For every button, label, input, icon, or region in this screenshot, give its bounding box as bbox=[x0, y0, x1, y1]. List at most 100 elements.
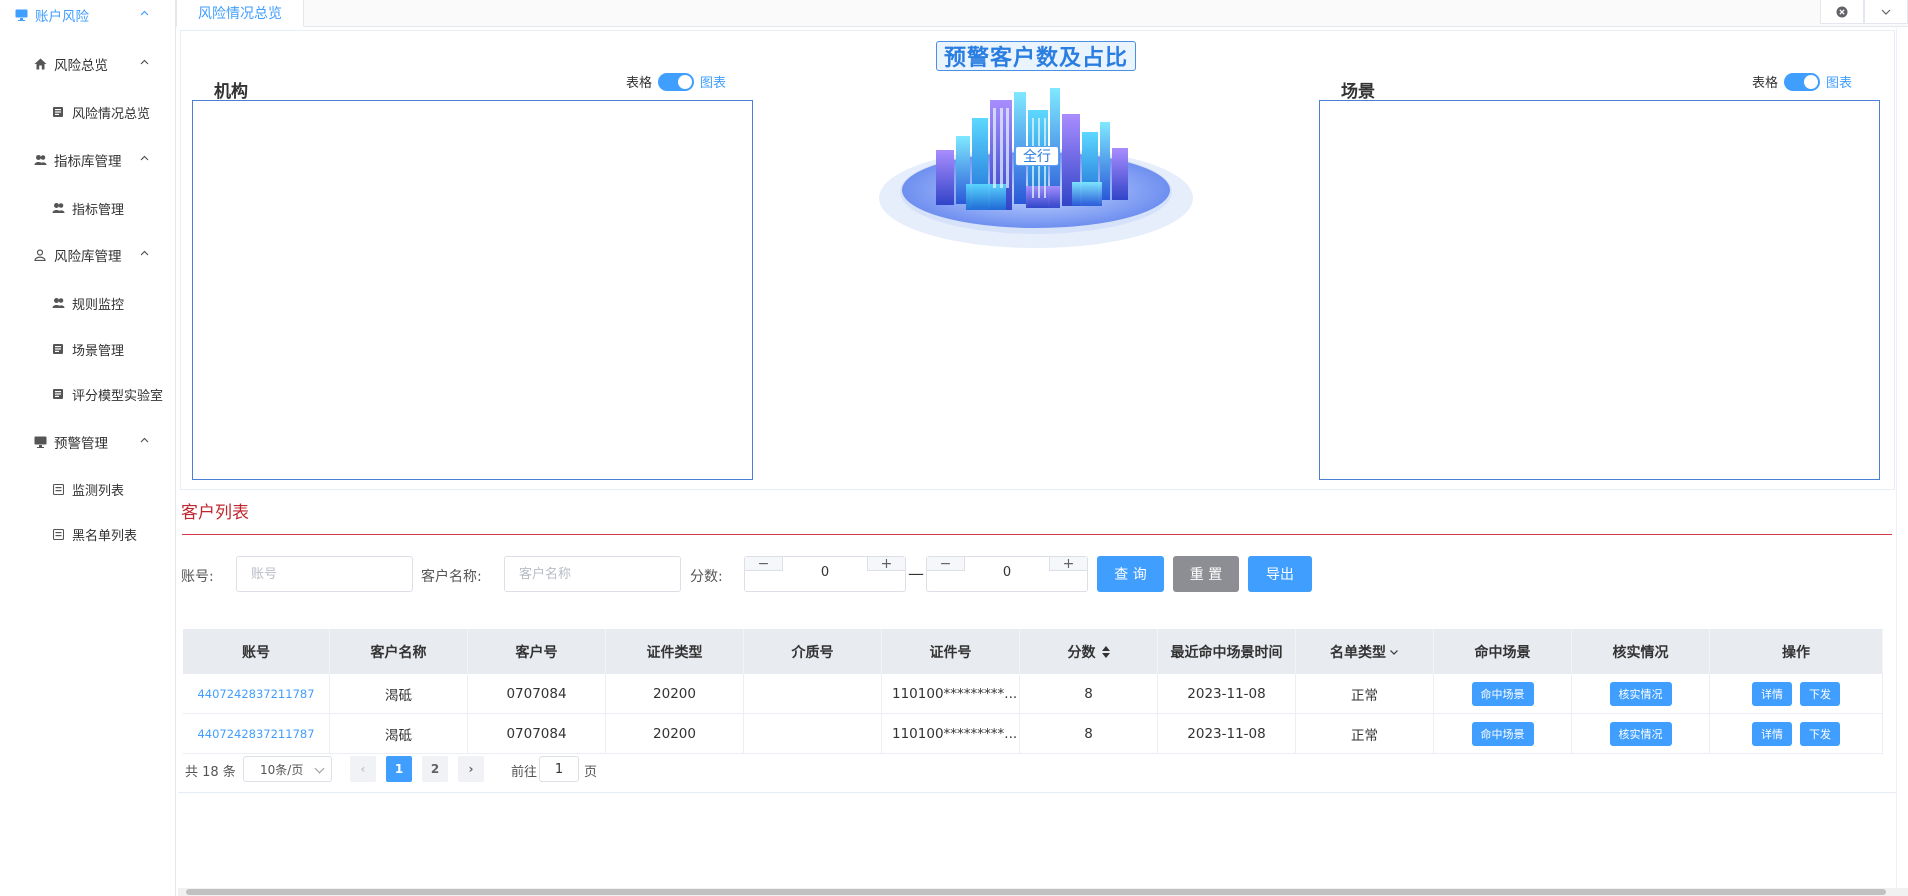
vertical-scrollbar[interactable] bbox=[1896, 28, 1908, 888]
range-separator: — bbox=[908, 564, 924, 583]
hit-scene-button[interactable]: 命中场景 bbox=[1471, 681, 1534, 706]
chevron-down-icon bbox=[1881, 9, 1891, 15]
sidebar-item-label: 风险库管理 bbox=[54, 249, 122, 265]
sidebar-item-monitoring-list[interactable]: 监测列表 bbox=[0, 474, 175, 504]
sidebar-item-blacklist[interactable]: 黑名单列表 bbox=[0, 519, 175, 549]
next-page-button[interactable]: › bbox=[458, 756, 484, 782]
sidebar-item-warning-management[interactable]: 预警管理 bbox=[0, 427, 175, 457]
tab-risk-overview[interactable]: 风险情况总览 bbox=[176, 0, 304, 27]
institution-view-switch[interactable] bbox=[658, 72, 695, 91]
customer-name-input[interactable] bbox=[504, 556, 681, 592]
increment-button[interactable]: + bbox=[867, 556, 905, 572]
column-header-list-type[interactable]: 名单类型 bbox=[1296, 629, 1434, 674]
query-button[interactable]: 查 询 bbox=[1097, 556, 1164, 592]
center-title: 预警客户数及占比 bbox=[936, 41, 1136, 71]
sidebar-item-label: 场景管理 bbox=[72, 343, 125, 359]
goto-page-input[interactable] bbox=[539, 756, 579, 782]
increment-button[interactable]: + bbox=[1049, 556, 1087, 572]
sidebar-item-label: 黑名单列表 bbox=[72, 528, 138, 544]
last-hit-time-cell: 2023-11-08 bbox=[1158, 714, 1296, 753]
sidebar-item-indicator-management[interactable]: 指标管理 bbox=[0, 193, 175, 223]
customer-name-cell: 渴砥 bbox=[330, 714, 468, 753]
sidebar-item-scene-management[interactable]: 场景管理 bbox=[0, 334, 175, 364]
close-tabs-button[interactable] bbox=[1820, 0, 1864, 24]
column-header-verification: 核实情况 bbox=[1572, 629, 1710, 674]
last-hit-time-cell: 2023-11-08 bbox=[1158, 674, 1296, 713]
list-icon bbox=[51, 527, 65, 541]
goto-prefix: 前往 bbox=[511, 765, 538, 780]
table-header: 账号 客户名称 客户号 证件类型 介质号 证件号 分数 最近命中场景时间 名单类… bbox=[183, 629, 1883, 674]
city-illustration bbox=[879, 88, 1193, 248]
account-input[interactable] bbox=[236, 556, 413, 592]
id-type-cell: 20200 bbox=[606, 714, 744, 753]
detail-button[interactable]: 详情 bbox=[1752, 681, 1792, 706]
score-max-stepper[interactable]: − 0 + bbox=[926, 556, 1088, 592]
customer-name-filter-label: 客户名称: bbox=[421, 569, 482, 585]
detail-button[interactable]: 详情 bbox=[1752, 721, 1792, 746]
sidebar-item-label: 监测列表 bbox=[72, 483, 125, 499]
sidebar-item-label: 风险总览 bbox=[54, 58, 108, 74]
sidebar-item-rule-monitor[interactable]: 规则监控 bbox=[0, 288, 175, 318]
goto-suffix: 页 bbox=[584, 765, 598, 780]
toggle-chart-label: 图表 bbox=[1826, 76, 1853, 91]
table-row: 4407242837211787 渴砥 0707084 20200 110100… bbox=[183, 674, 1883, 714]
column-header-score[interactable]: 分数 bbox=[1020, 629, 1158, 674]
chevron-up-icon bbox=[140, 59, 149, 65]
sidebar-item-label: 指标管理 bbox=[72, 202, 125, 218]
page-2-button[interactable]: 2 bbox=[422, 756, 448, 782]
chevron-up-icon bbox=[140, 250, 149, 256]
horizontal-scrollbar[interactable] bbox=[178, 888, 1908, 896]
column-header-customer-no: 客户号 bbox=[468, 629, 606, 674]
document-icon bbox=[51, 387, 65, 401]
issue-button[interactable]: 下发 bbox=[1800, 681, 1840, 706]
list-type-cell: 正常 bbox=[1296, 674, 1434, 713]
all-bank-label[interactable]: 全行 bbox=[1015, 146, 1059, 166]
sidebar-item-risk-situation-overview[interactable]: 风险情况总览 bbox=[0, 97, 175, 127]
score-cell: 8 bbox=[1020, 714, 1158, 753]
document-icon bbox=[51, 342, 65, 356]
tab-dropdown-button[interactable] bbox=[1864, 0, 1908, 24]
column-header-id-no: 证件号 bbox=[882, 629, 1020, 674]
sidebar-item-risk-library[interactable]: 风险库管理 bbox=[0, 240, 175, 270]
scene-view-switch[interactable] bbox=[1784, 72, 1821, 91]
sidebar-item-label: 风险情况总览 bbox=[72, 106, 151, 122]
export-button[interactable]: 导出 bbox=[1248, 556, 1312, 592]
sidebar-item-label: 评分模型实验室 bbox=[72, 388, 164, 404]
verify-button[interactable]: 核实情况 bbox=[1609, 681, 1672, 706]
customer-no-cell: 0707084 bbox=[468, 674, 606, 713]
reset-button[interactable]: 重 置 bbox=[1173, 556, 1239, 592]
prev-page-button[interactable]: ‹ bbox=[350, 756, 376, 782]
sidebar-item-label: 规则监控 bbox=[72, 297, 125, 313]
chevron-up-icon bbox=[140, 155, 149, 161]
account-link[interactable]: 4407242837211787 bbox=[183, 714, 330, 753]
hit-scene-cell: 命中场景 bbox=[1434, 714, 1572, 753]
list-type-cell: 正常 bbox=[1296, 714, 1434, 753]
chevron-up-icon bbox=[140, 437, 149, 443]
page-1-button[interactable]: 1 bbox=[386, 756, 412, 782]
verification-cell: 核实情况 bbox=[1572, 674, 1710, 713]
tab-bar: 风险情况总览 bbox=[176, 0, 1908, 27]
sidebar-item-account-risk[interactable]: 账户风险 bbox=[0, 0, 175, 30]
list-bottom-divider bbox=[178, 792, 1896, 793]
scrollbar-thumb[interactable] bbox=[186, 889, 1886, 895]
sidebar-item-scoring-model-lab[interactable]: 评分模型实验室 bbox=[0, 379, 175, 409]
page-size-value: 10条/页 bbox=[260, 762, 304, 777]
account-link[interactable]: 4407242837211787 bbox=[183, 674, 330, 713]
sidebar-item-risk-overview[interactable]: 风险总览 bbox=[0, 49, 175, 79]
toggle-table-label: 表格 bbox=[626, 76, 653, 91]
id-no-cell: 110100*********... bbox=[882, 714, 1020, 753]
sidebar-item-indicator-library[interactable]: 指标库管理 bbox=[0, 145, 175, 175]
monitor-icon bbox=[33, 435, 47, 449]
verify-button[interactable]: 核实情况 bbox=[1609, 721, 1672, 746]
hit-scene-button[interactable]: 命中场景 bbox=[1471, 721, 1534, 746]
issue-button[interactable]: 下发 bbox=[1800, 721, 1840, 746]
medium-no-cell bbox=[744, 674, 882, 713]
score-cell: 8 bbox=[1020, 674, 1158, 713]
users-icon bbox=[33, 153, 47, 167]
page-size-select[interactable]: 10条/页 bbox=[243, 756, 332, 782]
scene-title: 场景 bbox=[1341, 82, 1375, 102]
chevron-up-icon bbox=[140, 10, 149, 16]
score-min-stepper[interactable]: − 0 + bbox=[744, 556, 906, 592]
users-icon bbox=[51, 201, 65, 215]
sort-icon[interactable] bbox=[1101, 645, 1110, 658]
